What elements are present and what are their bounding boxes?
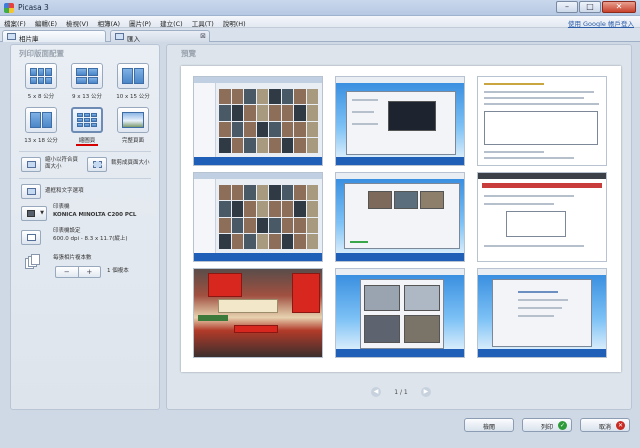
footer-bar: 檢閱 列印 ✓ 取消 ✕ bbox=[0, 412, 640, 448]
printer-icon bbox=[27, 210, 35, 217]
import-icon bbox=[115, 33, 124, 40]
close-window-button[interactable]: ✕ bbox=[602, 1, 636, 13]
previous-page-button[interactable]: ◀ bbox=[371, 387, 381, 397]
page-indicator: 1 / 1 bbox=[394, 388, 408, 396]
menu-view[interactable]: 檢視(V) bbox=[66, 18, 89, 28]
layout-9x13-button[interactable] bbox=[71, 63, 103, 89]
preview-title: 預覽 bbox=[181, 49, 196, 58]
copies-label: 每張相片複本數 bbox=[53, 255, 92, 261]
preview-thumbnail bbox=[477, 172, 607, 262]
decrement-copies-button[interactable]: − bbox=[56, 267, 79, 277]
crop-to-page-button[interactable] bbox=[87, 157, 107, 172]
cancel-button[interactable]: 取消 ✕ bbox=[580, 418, 630, 432]
print-button[interactable]: 列印 ✓ bbox=[522, 418, 572, 432]
page-settings-icon bbox=[27, 234, 36, 241]
close-tab-icon[interactable]: ⊠ bbox=[200, 32, 206, 40]
full-page-icon bbox=[122, 112, 144, 128]
printer-settings-button[interactable] bbox=[21, 230, 41, 245]
printer-settings-label: 印表機設定 bbox=[53, 228, 81, 234]
tab-import-label: 匯入 bbox=[127, 35, 140, 43]
menu-create[interactable]: 建立(C) bbox=[160, 18, 183, 28]
preview-thumbnail bbox=[477, 76, 607, 166]
printer-name: KONICA MINOLTA C200 PCL bbox=[53, 212, 137, 218]
print-button-label: 列印 bbox=[540, 424, 553, 431]
copies-value: 1 個複本 bbox=[107, 268, 129, 274]
shrink-to-fit-icon bbox=[27, 161, 36, 168]
selection-underline bbox=[76, 144, 98, 146]
divider bbox=[19, 151, 151, 152]
preview-thumbnail bbox=[335, 172, 465, 262]
window-title: Picasa 3 bbox=[18, 3, 49, 12]
picasa-app-icon bbox=[4, 3, 14, 13]
tab-library[interactable]: 相片庫 bbox=[2, 30, 106, 43]
print-layout-title: 列印版面配置 bbox=[19, 49, 64, 58]
cancel-button-label: 取消 bbox=[598, 424, 611, 431]
copies-stepper: − + bbox=[55, 266, 101, 278]
crop-to-page-label: 裁剪成頁面大小 bbox=[111, 160, 150, 166]
shrink-to-fit-label: 縮小以符合頁面大小 bbox=[45, 157, 79, 170]
tab-strip: 相片庫 匯入 ⊠ bbox=[0, 28, 640, 43]
layout-9x13-icon bbox=[76, 68, 98, 84]
layout-contact-sheet-label: 縮圖頁 bbox=[78, 138, 96, 144]
preview-pager: ◀ 1 / 1 ▶ bbox=[371, 386, 431, 398]
layout-contact-sheet-button[interactable] bbox=[71, 107, 103, 133]
minimize-button[interactable]: – bbox=[556, 1, 578, 13]
copies-icon bbox=[25, 254, 41, 270]
menu-tools[interactable]: 工具(T) bbox=[192, 18, 214, 28]
layout-13x18-icon bbox=[30, 112, 52, 128]
review-button-label: 檢閱 bbox=[482, 424, 495, 431]
increment-copies-button[interactable]: + bbox=[79, 267, 101, 277]
layout-13x18-label: 13 x 18 公分 bbox=[24, 138, 58, 144]
tab-import[interactable]: 匯入 ⊠ bbox=[110, 30, 210, 43]
menu-edit[interactable]: 編輯(E) bbox=[35, 18, 57, 28]
layout-5x8-label: 5 x 8 公分 bbox=[27, 94, 55, 100]
contact-sheet-icon bbox=[77, 113, 97, 127]
menu-picture[interactable]: 圖片(P) bbox=[129, 18, 151, 28]
preview-thumbnail bbox=[477, 268, 607, 358]
layout-10x15-label: 10 x 15 公分 bbox=[116, 94, 150, 100]
border-options-icon bbox=[27, 188, 36, 195]
cancel-x-icon: ✕ bbox=[616, 421, 625, 430]
preview-thumbnail bbox=[193, 76, 323, 166]
crop-icon bbox=[93, 161, 102, 168]
printer-select-button[interactable]: ▼ bbox=[21, 206, 47, 221]
title-bar: Picasa 3 – □ ✕ bbox=[0, 0, 640, 16]
preview-panel: 預覽 ◀ 1 / 1 ▶ bbox=[166, 44, 632, 410]
library-icon bbox=[7, 33, 16, 40]
menu-bar: 檔案(F) 編輯(E) 檢視(V) 相簿(A) 圖片(P) 建立(C) 工具(T… bbox=[0, 16, 640, 28]
layout-13x18-button[interactable] bbox=[25, 107, 57, 133]
menu-album[interactable]: 相簿(A) bbox=[98, 18, 121, 28]
menu-file[interactable]: 檔案(F) bbox=[4, 18, 26, 28]
layout-9x13-label: 9 x 13 公分 bbox=[72, 94, 102, 100]
preview-thumbnail bbox=[335, 268, 465, 358]
google-signin-link[interactable]: 使用 Google 帳戶登入 bbox=[568, 18, 634, 28]
layout-full-page-label: 完整頁面 bbox=[121, 138, 144, 144]
maximize-button[interactable]: □ bbox=[579, 1, 601, 13]
print-layout-panel: 列印版面配置 5 x 8 公分 9 x 13 公分 10 x 15 公分 13 … bbox=[10, 44, 160, 410]
menu-help[interactable]: 說明(H) bbox=[223, 18, 246, 28]
preview-thumbnail bbox=[193, 268, 323, 358]
border-text-options-label: 邊框和文字選項 bbox=[45, 188, 84, 194]
review-button[interactable]: 檢閱 bbox=[464, 418, 514, 432]
layout-5x8-icon bbox=[30, 68, 52, 84]
preview-thumbnail bbox=[335, 76, 465, 166]
printer-label: 印表機 bbox=[53, 204, 70, 210]
checkmark-icon: ✓ bbox=[558, 421, 567, 430]
chevron-down-icon: ▼ bbox=[40, 210, 44, 216]
next-page-button[interactable]: ▶ bbox=[420, 387, 431, 397]
preview-thumbnail bbox=[193, 172, 323, 262]
layout-10x15-button[interactable] bbox=[117, 63, 149, 89]
border-text-options-button[interactable] bbox=[21, 184, 41, 199]
layout-10x15-icon bbox=[122, 68, 144, 84]
tab-library-label: 相片庫 bbox=[19, 35, 39, 43]
print-preview-page bbox=[181, 66, 621, 372]
shrink-to-fit-button[interactable] bbox=[21, 157, 41, 172]
layout-5x8-button[interactable] bbox=[25, 63, 57, 89]
divider bbox=[19, 178, 151, 179]
printer-settings-value: 600.0 dpi - 8.3 x 11.7(縱上) bbox=[53, 236, 128, 242]
window-controls: – □ ✕ bbox=[556, 1, 636, 14]
layout-full-page-button[interactable] bbox=[117, 107, 149, 133]
